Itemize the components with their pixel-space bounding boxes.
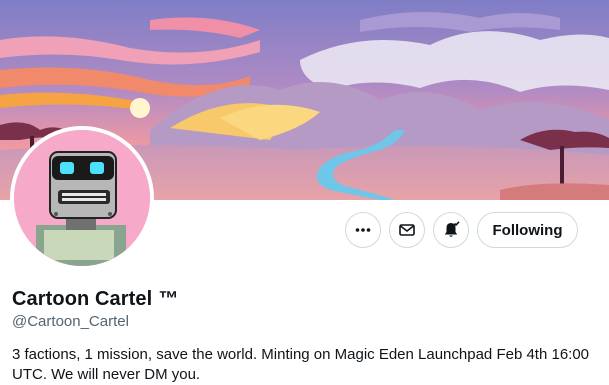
more-horizontal-icon — [355, 228, 371, 232]
display-name: Cartoon Cartel — [12, 288, 153, 310]
profile-handle: @Cartoon_Cartel — [12, 313, 129, 330]
more-button[interactable] — [345, 212, 381, 248]
bell-notification-icon — [444, 221, 460, 237]
notifications-button[interactable] — [433, 212, 469, 248]
envelope-icon — [399, 224, 415, 236]
following-button[interactable]: Following — [477, 212, 578, 248]
profile-name-row: Cartoon Cartel ™ — [12, 288, 178, 311]
profile-actions: Following — [0, 212, 609, 250]
trademark-badge: ™ — [158, 288, 179, 310]
message-button[interactable] — [389, 212, 425, 248]
profile-bio: 3 factions, 1 mission, save the world. M… — [12, 346, 590, 383]
